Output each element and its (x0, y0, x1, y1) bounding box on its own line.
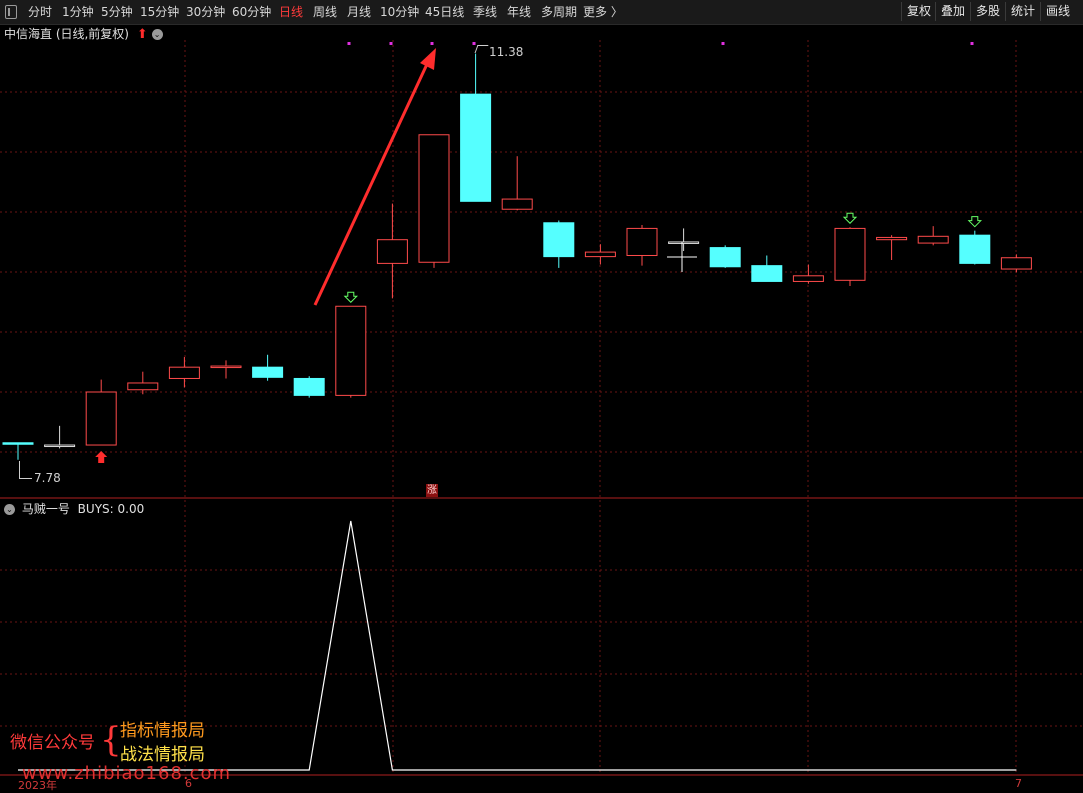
candle-body (335, 305, 367, 396)
trend-arrow-head (420, 48, 436, 70)
candle-body (418, 134, 450, 263)
period-tab-1[interactable]: 1分钟 (62, 3, 94, 21)
candle-body (668, 241, 700, 244)
signal-dot (970, 42, 974, 45)
buy-signal-arrow (343, 291, 359, 303)
watermark-wechat-label: 微信公众号 (10, 733, 95, 753)
date-axis-month-7: 7 (1015, 777, 1022, 790)
chevron-down-icon[interactable]: ⌄ (151, 29, 163, 40)
period-tab-3[interactable]: 15分钟 (140, 3, 179, 21)
period-tab-5[interactable]: 60分钟 (232, 3, 271, 21)
period-tab-8[interactable]: 月线 (347, 3, 371, 21)
watermark-brace: { (100, 720, 122, 760)
toolbar-button-0[interactable]: 复权 (901, 2, 936, 21)
date-axis-month-6: 6 (185, 777, 192, 790)
toolbar-button-2[interactable]: 多股 (970, 2, 1005, 21)
signal-dot (347, 42, 351, 45)
candle-body (792, 275, 824, 282)
low-price-leader (19, 461, 32, 479)
high-price-label: 11.38 (489, 45, 524, 59)
period-tab-12[interactable]: 年线 (507, 3, 531, 21)
signal-dot (430, 42, 434, 45)
toolbar-toggle-icon[interactable] (5, 5, 17, 19)
trend-arrow-shaft (313, 61, 430, 306)
period-tab-13[interactable]: 多周期 (541, 3, 577, 21)
candle-body (501, 198, 533, 210)
period-tab-9[interactable]: 10分钟 (380, 3, 419, 21)
period-tab-0[interactable]: 分时 (28, 3, 52, 21)
stock-title: 中信海直 (日线,前复权) (4, 27, 129, 41)
chart-canvas[interactable] (0, 0, 1083, 792)
candle-body (543, 222, 575, 258)
date-axis-year: 2023年 (18, 779, 57, 792)
candle-body (917, 235, 949, 244)
indicator-value: BUYS: 0.00 (77, 502, 145, 516)
up-arrow-icon: ⬆ (136, 27, 148, 42)
red-up-arrow-icon (95, 451, 108, 464)
candle-body (168, 366, 200, 379)
candle-body (959, 234, 991, 264)
main-chart-title: 中信海直 (日线,前复权) ⬆ ⌄ (4, 25, 163, 42)
signal-dot (472, 42, 476, 45)
watermark-account-2: 战法情报局 (120, 745, 205, 765)
candle-body (376, 239, 408, 264)
candle-body (44, 444, 76, 448)
toolbar-button-4[interactable]: 画线 (1040, 2, 1075, 21)
indicator-title: ⌄ 马贼一号 BUYS: 0.00 (4, 500, 144, 517)
indicator-name: 马贼一号 (21, 502, 70, 516)
candle-body (210, 365, 242, 369)
candle-body (834, 227, 866, 281)
candle-body (751, 265, 783, 282)
candle-body (252, 366, 284, 378)
period-tab-7[interactable]: 周线 (313, 3, 337, 21)
period-tab-11[interactable]: 季线 (473, 3, 497, 21)
period-tab-2[interactable]: 5分钟 (101, 3, 133, 21)
candle-body (1000, 257, 1032, 270)
candle-body (709, 247, 741, 268)
candlesticks (2, 53, 1032, 460)
limit-up-marker: 涨 (426, 484, 438, 497)
grid-lines (0, 40, 1083, 776)
low-price-label: 7.78 (34, 471, 61, 485)
period-tab-10[interactable]: 45日线 (425, 3, 464, 21)
signal-dot (721, 42, 725, 45)
watermark-account-1: 指标情报局 (120, 721, 205, 741)
toolbar-button-1[interactable]: 叠加 (935, 2, 970, 21)
candle-body (293, 377, 325, 396)
toolbar-button-3[interactable]: 统计 (1005, 2, 1040, 21)
candle-body (876, 236, 908, 241)
period-tab-4[interactable]: 30分钟 (186, 3, 225, 21)
buy-signal-arrow (842, 212, 858, 224)
candle-body (626, 227, 658, 256)
chevron-down-icon[interactable]: ⌄ (4, 504, 15, 515)
candle-body (85, 391, 117, 446)
period-tab-14[interactable]: 更多 〉 (583, 3, 623, 21)
candle-body (460, 93, 492, 202)
candle-body (127, 382, 159, 391)
period-tab-6[interactable]: 日线 (279, 3, 303, 21)
period-toolbar: 分时 1分钟 5分钟 15分钟 30分钟 60分钟 日线 周线 月线 10分钟 45日线 季线 年线 多周… (0, 0, 1083, 25)
candle-body (584, 251, 616, 258)
buy-signal-arrow (967, 216, 983, 228)
candle-body (2, 442, 34, 445)
signal-dot (389, 42, 393, 45)
